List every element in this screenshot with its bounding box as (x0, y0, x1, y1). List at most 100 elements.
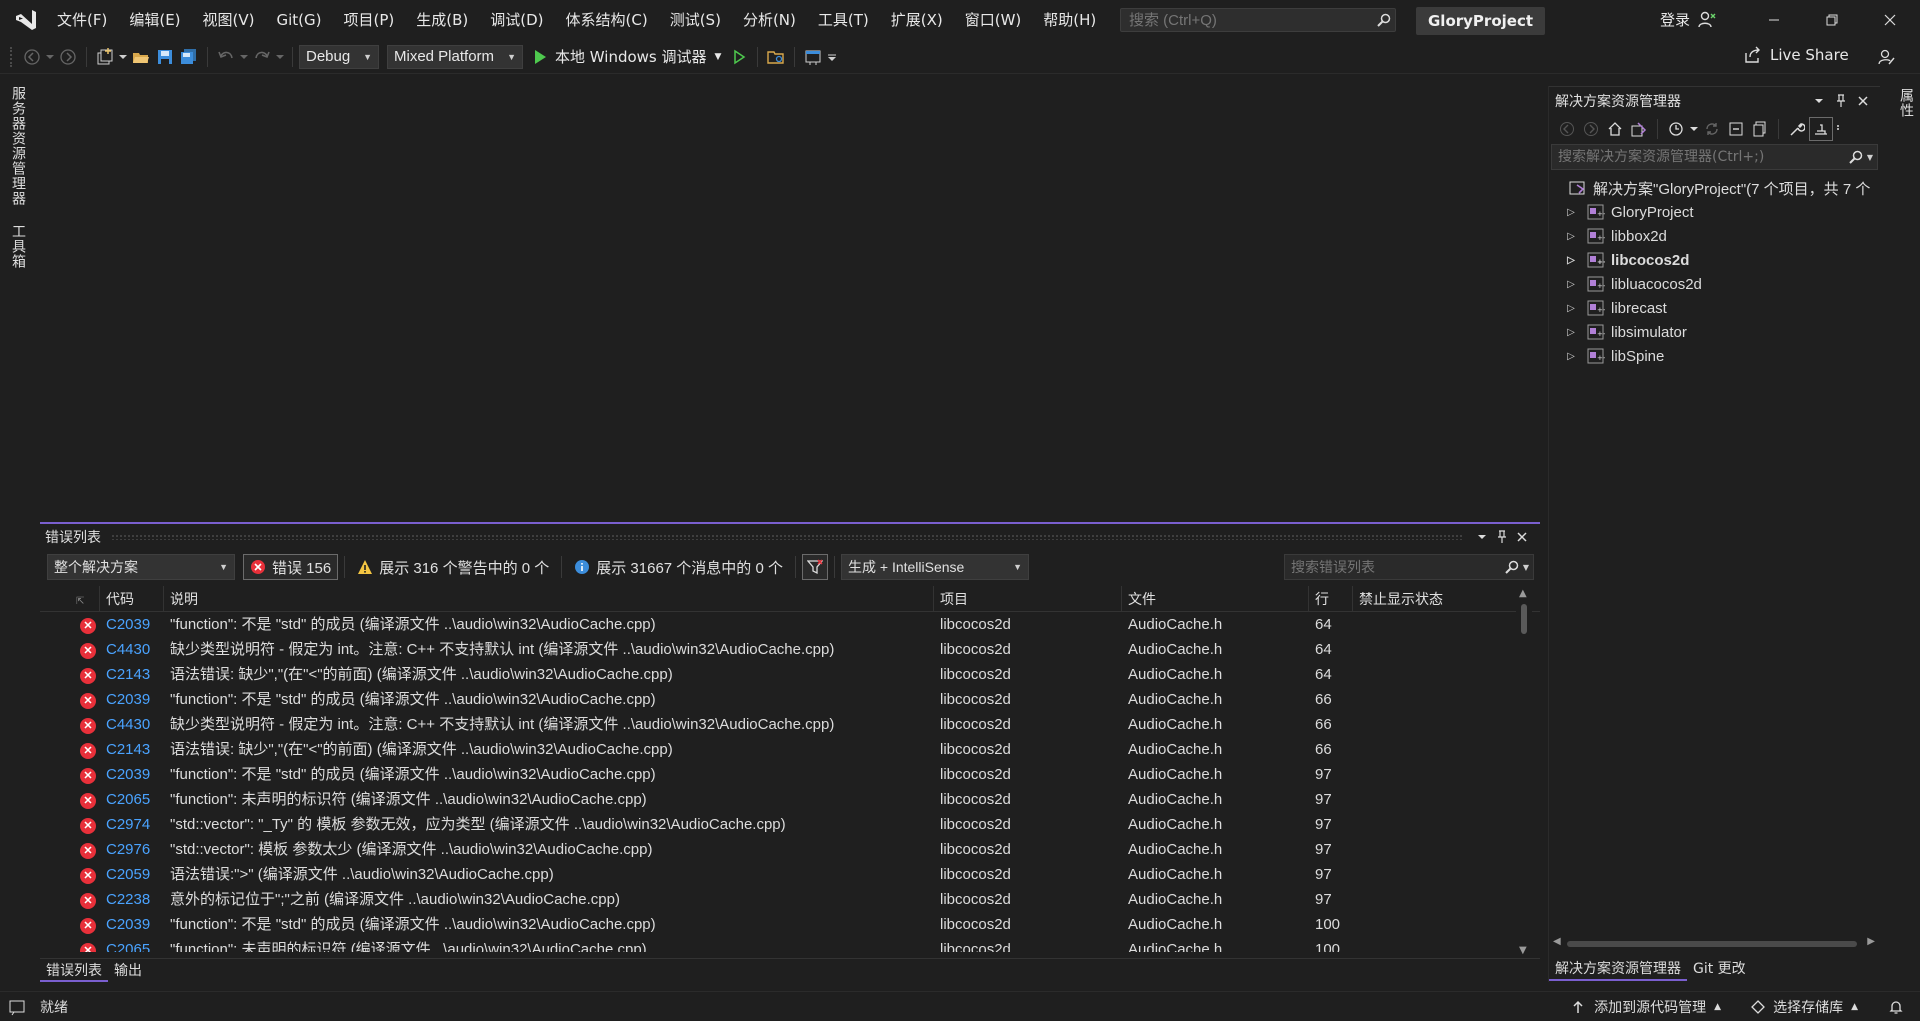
minimize-button[interactable] (1745, 0, 1803, 40)
build-filter-dropdown[interactable]: 生成 + IntelliSense ▼ (840, 554, 1029, 580)
error-code-link[interactable]: C4430 (100, 637, 164, 662)
row-select-cell[interactable] (40, 787, 70, 812)
row-select-cell[interactable] (40, 912, 70, 937)
expand-arrow-icon[interactable]: ▷ (1563, 327, 1579, 338)
solution-root-node[interactable]: 解决方案"GloryProject"(7 个项目，共 7 个 (1549, 176, 1880, 200)
table-row[interactable]: ✕ C2065 "function": 未声明的标识符 (编译源文件 ..\audi… (40, 787, 1540, 812)
table-row[interactable]: ✕ C2059 语法错误:">" (编译源文件 ..\audio\win32\Aud… (40, 862, 1540, 887)
table-row[interactable]: ✕ C2039 "function": 不是 "std" 的成员 (编译源文件 ..… (40, 612, 1540, 637)
chevron-down-icon[interactable] (1688, 117, 1700, 141)
error-code-link[interactable]: C2039 (100, 687, 164, 712)
add-to-source-control-button[interactable]: 添加到源代码管理 ▲ (1572, 997, 1721, 1017)
chevron-down-icon[interactable] (274, 45, 286, 69)
pin-icon[interactable] (1492, 527, 1512, 547)
menu-item-9[interactable]: 分析(N) (732, 0, 807, 40)
pin-icon[interactable] (1830, 90, 1852, 112)
row-select-cell[interactable] (40, 862, 70, 887)
forward-icon[interactable] (1579, 117, 1603, 141)
server-explorer-tab[interactable]: 服务器资源管理器 (8, 86, 28, 206)
row-select-cell[interactable] (40, 887, 70, 912)
tab-git-changes[interactable]: Git 更改 (1687, 957, 1752, 981)
toolbox-tab[interactable]: 工具箱 (8, 224, 28, 269)
menu-item-5[interactable]: 生成(B) (405, 0, 479, 40)
window-position-dropdown-icon[interactable] (1808, 90, 1830, 112)
row-select-cell[interactable] (40, 712, 70, 737)
file-column-header[interactable]: 文件 (1122, 585, 1309, 612)
tree-item-project[interactable]: ▷ ++ libluacocos2d (1549, 272, 1880, 296)
chevron-down-icon[interactable]: ▼ (1523, 563, 1533, 572)
row-select-cell[interactable] (40, 737, 70, 762)
global-search[interactable] (1120, 8, 1396, 32)
error-code-link[interactable]: C2039 (100, 612, 164, 637)
table-row[interactable]: ✕ C2039 "function": 不是 "std" 的成员 (编译源文件 ..… (40, 912, 1540, 937)
properties-tab[interactable]: 属性 (1896, 88, 1916, 118)
toolbar-overflow-icon[interactable] (1833, 117, 1843, 141)
chevron-down-icon[interactable] (117, 45, 129, 69)
error-code-link[interactable]: C2059 (100, 862, 164, 887)
expand-arrow-icon[interactable]: ▷ (1563, 351, 1579, 362)
menu-item-10[interactable]: 工具(T) (807, 0, 880, 40)
back-icon[interactable] (1555, 117, 1579, 141)
select-repository-button[interactable]: 选择存储库 ▲ (1751, 997, 1858, 1017)
expand-arrow-icon[interactable]: ▷ (1563, 255, 1579, 266)
table-row[interactable]: ✕ C4430 缺少类型说明符 - 假定为 int。注意: C++ 不支持默认 in… (40, 712, 1540, 737)
platform-dropdown[interactable]: Mixed Platform ▼ (387, 44, 523, 69)
visual-studio-logo-icon[interactable] (6, 0, 46, 40)
new-project-icon[interactable] (93, 45, 117, 69)
menu-item-8[interactable]: 测试(S) (659, 0, 732, 40)
error-code-link[interactable]: C2974 (100, 812, 164, 837)
search-icon[interactable] (1373, 9, 1395, 31)
table-row[interactable]: ✕ C2039 "function": 不是 "std" 的成员 (编译源文件 ..… (40, 762, 1540, 787)
tree-item-project[interactable]: ▷ ++ libSpine (1549, 344, 1880, 368)
pending-changes-filter-icon[interactable] (1664, 117, 1688, 141)
toolbar-grip[interactable] (10, 46, 14, 67)
account-settings-icon[interactable] (1697, 10, 1717, 34)
forward-icon[interactable] (56, 45, 80, 69)
menu-item-6[interactable]: 调试(D) (479, 0, 554, 40)
solution-explorer-search[interactable]: ▼ (1551, 144, 1878, 170)
menu-item-13[interactable]: 帮助(H) (1032, 0, 1107, 40)
undo-icon[interactable] (214, 45, 238, 69)
preview-selected-icon[interactable] (1809, 117, 1833, 141)
suppression-column-header[interactable]: 禁止显示状态 (1353, 586, 1511, 612)
tree-item-project[interactable]: ▷ ++ librecast (1549, 296, 1880, 320)
table-row[interactable]: ✕ C2143 语法错误: 缺少","(在"<"的前面) (编译源文件 ..\aud… (40, 737, 1540, 762)
error-code-link[interactable]: C2143 (100, 662, 164, 687)
expand-arrow-icon[interactable]: ▷ (1563, 231, 1579, 242)
search-icon[interactable] (1845, 150, 1867, 164)
error-list-search-input[interactable] (1285, 559, 1501, 575)
window-position-dropdown-icon[interactable] (1472, 527, 1492, 547)
search-icon[interactable] (1501, 560, 1523, 574)
notifications-button[interactable] (1888, 999, 1904, 1015)
home-icon[interactable] (1603, 117, 1627, 141)
restore-button[interactable] (1803, 0, 1861, 40)
close-icon[interactable] (1512, 527, 1532, 547)
menu-item-1[interactable]: 编辑(E) (118, 0, 191, 40)
tab-error-list[interactable]: 错误列表 (40, 960, 108, 982)
row-select-cell[interactable] (40, 662, 70, 687)
project-column-header[interactable]: 项目 (934, 585, 1122, 612)
configuration-dropdown[interactable]: Debug ▼ (299, 44, 379, 69)
open-folder-icon[interactable] (129, 45, 153, 69)
row-select-cell[interactable] (40, 637, 70, 662)
scrollbar-thumb[interactable] (1521, 604, 1527, 634)
error-code-link[interactable]: C2039 (100, 762, 164, 787)
scrollbar-thumb[interactable] (1567, 941, 1857, 947)
row-select-cell[interactable] (40, 687, 70, 712)
save-all-icon[interactable] (177, 45, 201, 69)
back-icon[interactable] (20, 45, 44, 69)
row-select-cell[interactable] (40, 937, 70, 952)
tree-item-project[interactable]: ▷ ++ libbox2d (1549, 224, 1880, 248)
show-all-files-icon[interactable] (1748, 117, 1772, 141)
tree-item-project[interactable]: ▷ ++ libsimulator (1549, 320, 1880, 344)
tab-output[interactable]: 输出 (108, 960, 148, 982)
browse-folder-icon[interactable] (764, 45, 788, 69)
error-code-link[interactable]: C2065 (100, 787, 164, 812)
solution-explorer-search-input[interactable] (1552, 149, 1845, 165)
row-select-cell[interactable] (40, 837, 70, 862)
filter-toggle-button[interactable] (801, 554, 828, 580)
line-column-header[interactable]: 行 (1309, 585, 1353, 612)
menu-item-12[interactable]: 窗口(W) (954, 0, 1033, 40)
table-row[interactable]: ✕ C4430 缺少类型说明符 - 假定为 int。注意: C++ 不支持默认 in… (40, 637, 1540, 662)
scope-dropdown[interactable]: 整个解决方案 ▼ (47, 554, 235, 580)
